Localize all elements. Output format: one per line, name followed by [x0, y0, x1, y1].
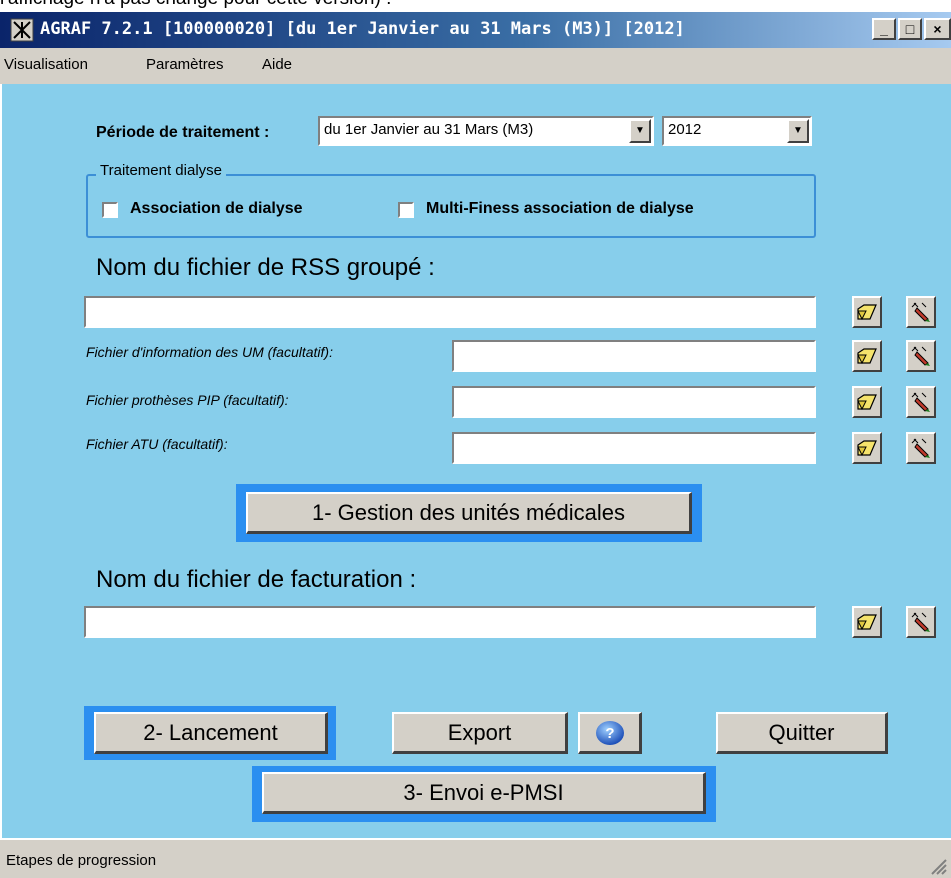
um-browse-button[interactable] — [852, 340, 882, 372]
association-dialyse-label: Association de dialyse — [130, 200, 303, 217]
edit-pencil-icon — [911, 612, 930, 632]
rss-heading: Nom du fichier de RSS groupé : — [96, 254, 435, 281]
status-bar: Etapes de progression — [0, 838, 951, 878]
year-select[interactable]: 2012 ▼ — [662, 116, 812, 146]
association-dialyse-checkbox[interactable] — [102, 202, 118, 218]
pip-edit-button[interactable] — [906, 386, 936, 418]
help-button[interactable]: ? — [578, 712, 642, 754]
maximize-button[interactable]: □ — [898, 18, 922, 40]
billing-heading: Nom du fichier de facturation : — [96, 566, 417, 593]
edit-pencil-icon — [911, 302, 930, 322]
top-caption: l'affichage n'a pas changé pour cette ve… — [0, 0, 951, 12]
export-button[interactable]: Export — [392, 712, 568, 754]
billing-file-input[interactable] — [84, 606, 816, 638]
rss-browse-button[interactable] — [852, 296, 882, 328]
menu-aide[interactable]: Aide — [262, 56, 292, 73]
open-folder-icon — [857, 614, 877, 631]
um-edit-button[interactable] — [906, 340, 936, 372]
menu-visualisation[interactable]: Visualisation — [4, 56, 88, 73]
title-bar: AGRAF 7.2.1 [100000020] [du 1er Janvier … — [0, 12, 951, 48]
edit-pencil-icon — [911, 438, 930, 458]
help-icon: ? — [595, 721, 624, 745]
atu-edit-button[interactable] — [906, 432, 936, 464]
atu-browse-button[interactable] — [852, 432, 882, 464]
open-folder-icon — [857, 440, 877, 457]
edit-pencil-icon — [911, 346, 930, 366]
close-button[interactable]: × — [924, 18, 951, 40]
open-folder-icon — [857, 394, 877, 411]
period-select[interactable]: du 1er Janvier au 31 Mars (M3) ▼ — [318, 116, 654, 146]
app-icon — [10, 18, 34, 42]
open-folder-icon — [857, 348, 877, 365]
menu-parametres[interactable]: Paramètres — [146, 56, 224, 73]
billing-edit-button[interactable] — [906, 606, 936, 638]
window-title: AGRAF 7.2.1 [100000020] [du 1er Janvier … — [40, 19, 685, 39]
minimize-button[interactable]: _ — [872, 18, 896, 40]
multi-finess-checkbox[interactable] — [398, 202, 414, 218]
period-label: Période de traitement : — [96, 124, 270, 141]
multi-finess-label: Multi-Finess association de dialyse — [426, 200, 694, 217]
menu-bar: Visualisation Paramètres Aide — [0, 48, 951, 84]
dialysis-group-title: Traitement dialyse — [96, 162, 226, 179]
edit-pencil-icon — [911, 392, 930, 412]
atu-file-label: Fichier ATU (facultatif): — [86, 436, 228, 452]
lancement-button[interactable]: 2- Lancement — [94, 712, 328, 754]
rss-edit-button[interactable] — [906, 296, 936, 328]
envoi-epmsi-button[interactable]: 3- Envoi e-PMSI — [262, 772, 706, 814]
year-select-value: 2012 — [668, 121, 702, 138]
quitter-button[interactable]: Quitter — [716, 712, 888, 754]
svg-text:?: ? — [605, 725, 614, 742]
um-file-label: Fichier d'information des UM (facultatif… — [86, 344, 333, 360]
chevron-down-icon[interactable]: ▼ — [787, 119, 809, 143]
period-select-value: du 1er Janvier au 31 Mars (M3) — [324, 121, 534, 138]
pip-browse-button[interactable] — [852, 386, 882, 418]
um-file-input[interactable] — [452, 340, 816, 372]
pip-file-input[interactable] — [452, 386, 816, 418]
chevron-down-icon[interactable]: ▼ — [629, 119, 651, 143]
gestion-um-button[interactable]: 1- Gestion des unités médicales — [246, 492, 692, 534]
status-text: Etapes de progression — [6, 852, 157, 869]
rss-file-input[interactable] — [84, 296, 816, 328]
open-folder-icon — [857, 304, 877, 321]
resize-grip-icon[interactable] — [928, 856, 948, 876]
billing-browse-button[interactable] — [852, 606, 882, 638]
atu-file-input[interactable] — [452, 432, 816, 464]
pip-file-label: Fichier prothèses PIP (facultatif): — [86, 392, 289, 408]
